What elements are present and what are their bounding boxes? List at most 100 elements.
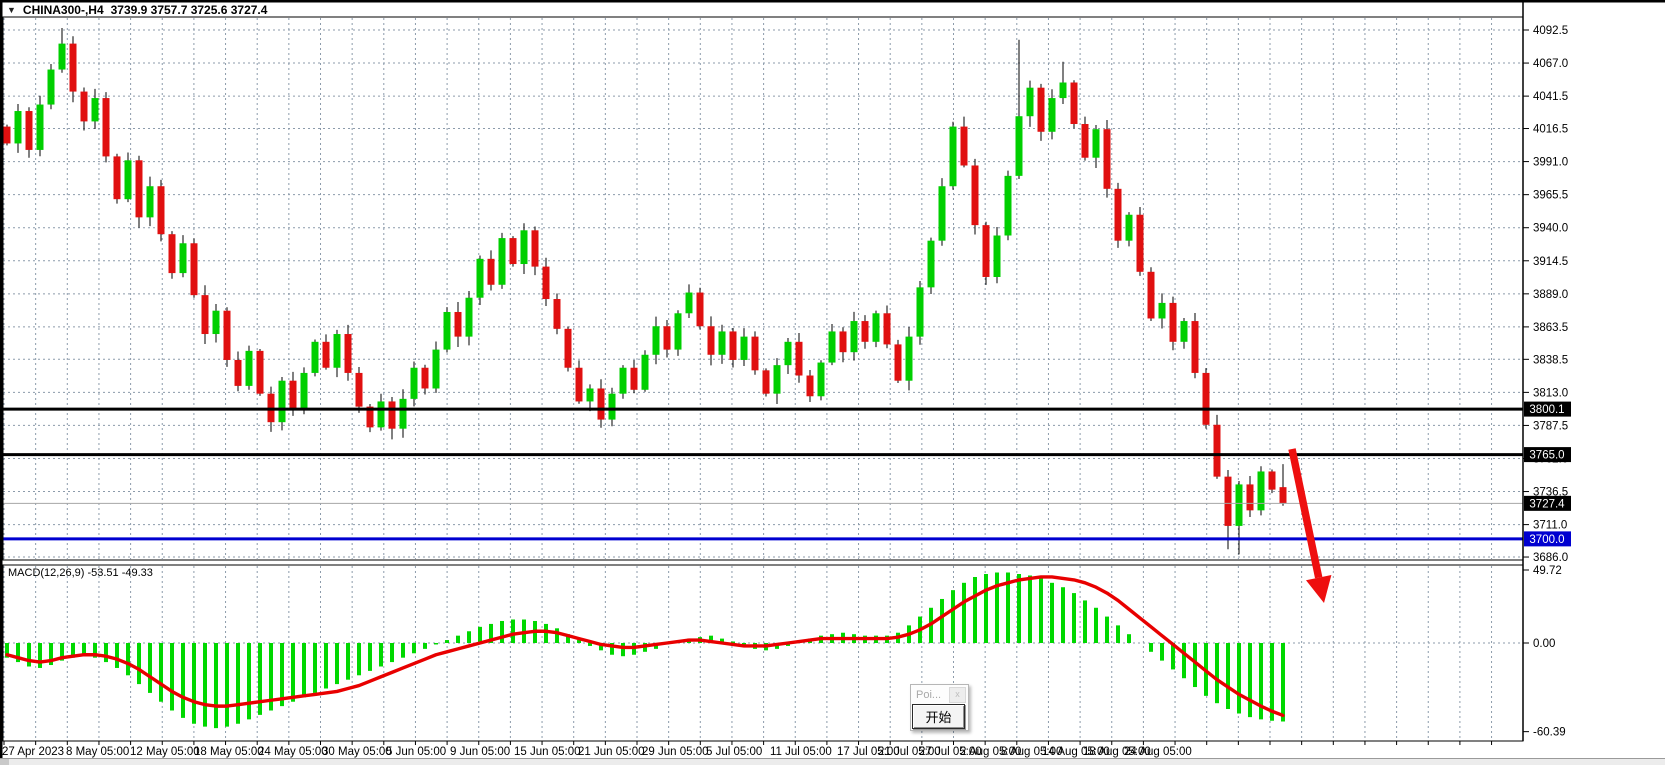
candle[interactable] xyxy=(400,399,407,429)
candle[interactable] xyxy=(279,381,286,422)
candle[interactable] xyxy=(543,267,550,299)
candle[interactable] xyxy=(334,334,341,368)
candle[interactable] xyxy=(455,312,462,337)
candle[interactable] xyxy=(510,238,517,264)
candle[interactable] xyxy=(48,70,55,105)
candle[interactable] xyxy=(345,334,352,373)
candle[interactable] xyxy=(1159,303,1166,319)
candle[interactable] xyxy=(169,234,176,273)
candle[interactable] xyxy=(785,342,792,365)
candle[interactable] xyxy=(796,342,803,376)
candle[interactable] xyxy=(598,388,605,419)
candle[interactable] xyxy=(675,313,682,349)
candle[interactable] xyxy=(213,311,220,334)
candle[interactable] xyxy=(774,365,781,394)
candle[interactable] xyxy=(323,342,330,368)
candle[interactable] xyxy=(565,329,572,368)
candle[interactable] xyxy=(840,331,847,352)
candle[interactable] xyxy=(444,312,451,350)
candle[interactable] xyxy=(862,321,869,342)
candle[interactable] xyxy=(257,351,264,394)
candle[interactable] xyxy=(1170,303,1177,342)
candle[interactable] xyxy=(70,44,77,92)
candle[interactable] xyxy=(180,243,187,273)
candle[interactable] xyxy=(92,98,99,121)
candle[interactable] xyxy=(1280,487,1287,503)
price-axis[interactable]: 4092.54067.04041.54016.53991.03965.53940… xyxy=(1523,25,1571,739)
candle[interactable] xyxy=(554,299,561,329)
candle[interactable] xyxy=(15,111,22,143)
candle[interactable] xyxy=(1104,129,1111,189)
candle[interactable] xyxy=(1115,189,1122,241)
candle[interactable] xyxy=(983,225,990,277)
candle[interactable] xyxy=(1005,176,1012,236)
candle[interactable] xyxy=(664,326,671,349)
candle[interactable] xyxy=(532,230,539,266)
candle[interactable] xyxy=(103,98,110,156)
symbol-dropdown-icon[interactable]: ▼ xyxy=(7,4,16,16)
candle[interactable] xyxy=(609,394,616,420)
candle[interactable] xyxy=(202,295,209,334)
candle[interactable] xyxy=(1093,129,1100,158)
candle[interactable] xyxy=(950,127,957,187)
candle[interactable] xyxy=(246,351,253,386)
candle[interactable] xyxy=(576,368,583,402)
start-button[interactable]: 开始 xyxy=(912,704,965,729)
candle[interactable] xyxy=(125,160,132,199)
candles-layer[interactable] xyxy=(4,28,1287,554)
candle[interactable] xyxy=(873,313,880,342)
candle[interactable] xyxy=(59,44,66,70)
candle[interactable] xyxy=(961,127,968,166)
candle[interactable] xyxy=(928,241,935,288)
candle[interactable] xyxy=(290,381,297,410)
candle[interactable] xyxy=(653,326,660,355)
candle[interactable] xyxy=(466,298,473,337)
candle[interactable] xyxy=(587,388,594,401)
candle[interactable] xyxy=(1126,215,1133,241)
candle[interactable] xyxy=(1192,321,1199,373)
candle[interactable] xyxy=(422,368,429,389)
candle[interactable] xyxy=(741,337,748,360)
candle[interactable] xyxy=(906,337,913,381)
candle[interactable] xyxy=(686,293,693,314)
candle[interactable] xyxy=(4,127,11,144)
candle[interactable] xyxy=(708,326,715,355)
down-arrow-annotation[interactable] xyxy=(1292,449,1331,603)
candle[interactable] xyxy=(1049,98,1056,132)
candle[interactable] xyxy=(521,230,528,264)
candle[interactable] xyxy=(1225,477,1232,526)
candle[interactable] xyxy=(642,355,649,390)
candle[interactable] xyxy=(378,401,385,427)
candle[interactable] xyxy=(1082,124,1089,158)
candle[interactable] xyxy=(1214,425,1221,477)
candle[interactable] xyxy=(807,376,814,397)
candle[interactable] xyxy=(389,401,396,428)
candle[interactable] xyxy=(972,165,979,225)
candle[interactable] xyxy=(763,370,770,393)
candle[interactable] xyxy=(1060,83,1067,99)
candle[interactable] xyxy=(136,160,143,217)
candle[interactable] xyxy=(752,337,759,371)
candle[interactable] xyxy=(719,331,726,354)
candle[interactable] xyxy=(1258,471,1265,510)
candle[interactable] xyxy=(884,313,891,344)
candle[interactable] xyxy=(1148,272,1155,319)
candle[interactable] xyxy=(620,368,627,394)
candle[interactable] xyxy=(1016,116,1023,176)
candle[interactable] xyxy=(312,342,319,373)
candle[interactable] xyxy=(411,368,418,399)
candle[interactable] xyxy=(1027,88,1034,117)
candle[interactable] xyxy=(26,111,33,150)
scroll-nub[interactable] xyxy=(0,759,9,765)
candle[interactable] xyxy=(235,360,242,386)
candle[interactable] xyxy=(147,186,154,217)
candle[interactable] xyxy=(301,373,308,409)
candle[interactable] xyxy=(114,156,121,199)
candle[interactable] xyxy=(499,238,506,285)
candle[interactable] xyxy=(1236,484,1243,525)
candle[interactable] xyxy=(81,92,88,122)
candle[interactable] xyxy=(356,373,363,407)
candle[interactable] xyxy=(939,186,946,240)
candle[interactable] xyxy=(994,236,1001,277)
candle[interactable] xyxy=(1269,471,1276,489)
